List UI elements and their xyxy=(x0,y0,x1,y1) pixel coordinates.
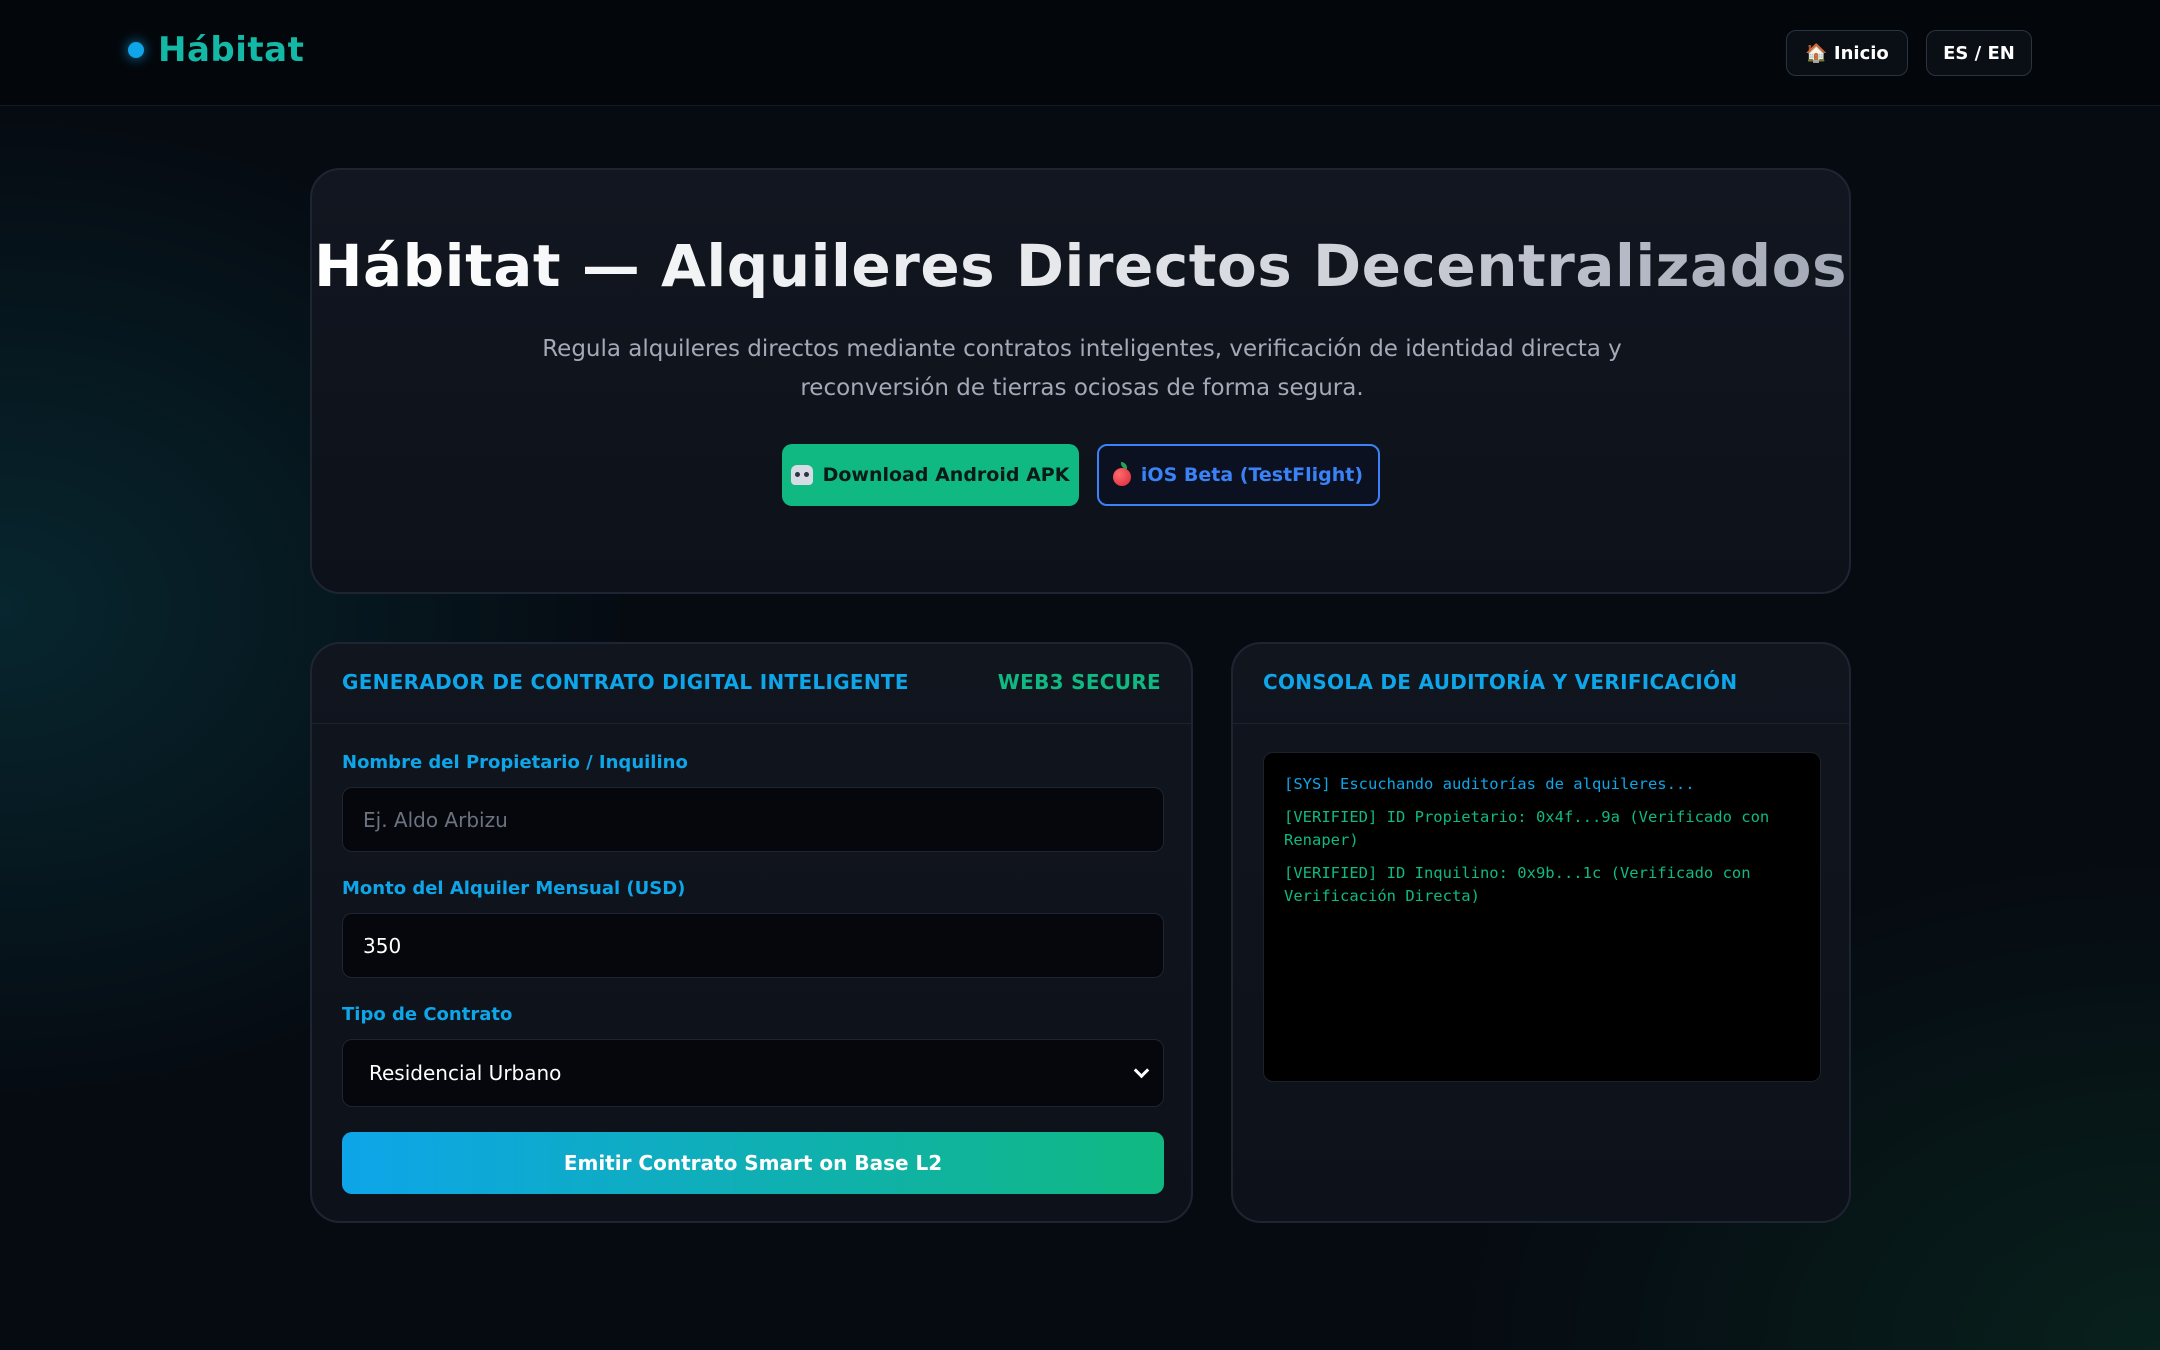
home-button[interactable]: 🏠 Inicio xyxy=(1786,30,1908,76)
chevron-down-icon xyxy=(1133,1062,1150,1078)
robot-icon xyxy=(790,465,813,485)
audit-console-card: CONSOLA DE AUDITORÍA Y VERIFICACIÓN [SYS… xyxy=(1231,642,1851,1223)
language-toggle-button[interactable]: ES / EN xyxy=(1926,30,2032,76)
download-android-button[interactable]: Download Android APK xyxy=(781,444,1079,506)
download-android-label: Download Android APK xyxy=(822,464,1070,486)
download-buttons: Download Android APK iOS Beta (TestFligh… xyxy=(312,444,1849,506)
log-line: [SYS] Escuchando auditorías de alquilere… xyxy=(1284,775,1695,793)
contract-type-selected: Residencial Urbano xyxy=(369,1061,562,1085)
owner-name-label: Nombre del Propietario / Inquilino xyxy=(342,752,688,773)
contract-type-label: Tipo de Contrato xyxy=(342,1004,513,1025)
issue-contract-button[interactable]: Emitir Contrato Smart on Base L2 xyxy=(342,1132,1164,1194)
audit-console-title: CONSOLA DE AUDITORÍA Y VERIFICACIÓN xyxy=(1263,670,1738,694)
hero-subtitle: Regula alquileres directos mediante cont… xyxy=(542,336,1622,401)
log-line: [VERIFIED] ID Propietario: 0x4f...9a (Ve… xyxy=(1284,808,1770,849)
brand-dot-icon xyxy=(128,42,144,58)
contract-generator-title: GENERADOR DE CONTRATO DIGITAL INTELIGENT… xyxy=(342,670,909,694)
ios-beta-label: iOS Beta (TestFlight) xyxy=(1140,464,1364,486)
brand-logo[interactable]: Hábitat xyxy=(128,30,304,70)
audit-console-header: CONSOLA DE AUDITORÍA Y VERIFICACIÓN xyxy=(1233,644,1849,724)
contract-generator-header: GENERADOR DE CONTRATO DIGITAL INTELIGENT… xyxy=(312,644,1191,724)
top-navbar: Hábitat 🏠 Inicio ES / EN xyxy=(0,0,2160,106)
web3-secure-badge: WEB3 SECURE xyxy=(997,670,1161,694)
contract-generator-card: GENERADOR DE CONTRATO DIGITAL INTELIGENT… xyxy=(310,642,1193,1223)
rent-amount-label: Monto del Alquiler Mensual (USD) xyxy=(342,878,686,899)
brand-name: Hábitat xyxy=(158,30,305,70)
hero-card: Hábitat — Alquileres Directos Decentrali… xyxy=(310,168,1851,594)
hero-title: Hábitat — Alquileres Directos Decentrali… xyxy=(313,232,1848,300)
owner-name-input[interactable] xyxy=(342,787,1164,852)
audit-log-console[interactable]: [SYS] Escuchando auditorías de alquilere… xyxy=(1263,752,1821,1082)
contract-type-select[interactable]: Residencial Urbano xyxy=(342,1039,1164,1107)
ios-beta-button[interactable]: iOS Beta (TestFlight) xyxy=(1096,444,1380,506)
rent-amount-input[interactable] xyxy=(342,913,1164,978)
log-line: [VERIFIED] ID Inquilino: 0x9b...1c (Veri… xyxy=(1284,864,1751,905)
apple-icon xyxy=(1112,461,1131,486)
